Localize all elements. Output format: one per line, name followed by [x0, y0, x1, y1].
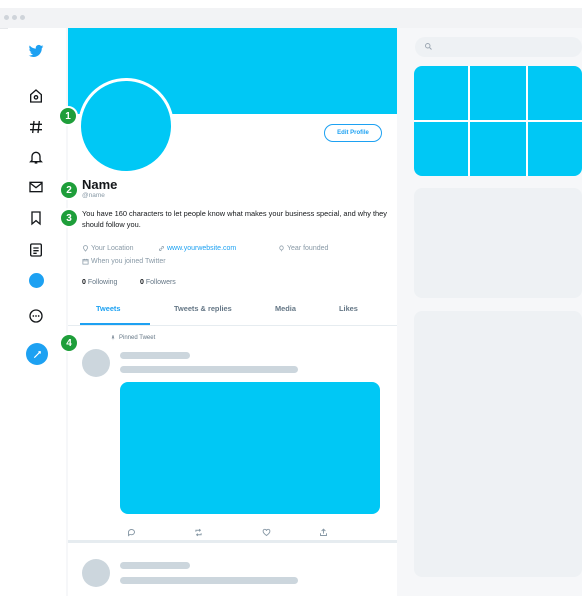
founded-text: Year founded: [287, 245, 329, 252]
pin-icon: [111, 335, 115, 341]
profile-handle: @name: [82, 192, 105, 199]
window-dot[interactable]: [4, 15, 9, 20]
sidebar-card: [414, 311, 582, 577]
tabs-divider: [68, 325, 397, 326]
more-icon[interactable]: [25, 305, 47, 327]
window-dot[interactable]: [20, 15, 25, 20]
location-pin-icon: [83, 245, 88, 252]
tweet-divider: [68, 540, 397, 543]
tab-media[interactable]: Media: [275, 304, 296, 313]
tab-tweets[interactable]: Tweets: [96, 304, 121, 313]
link-icon: [159, 246, 164, 251]
followers-number: 0: [140, 279, 144, 286]
following-number: 0: [82, 279, 86, 286]
bell-icon[interactable]: [25, 146, 47, 168]
website-link[interactable]: www.yourwebsite.com: [167, 245, 236, 252]
balloon-icon: [279, 245, 284, 252]
twitter-logo-icon[interactable]: [25, 40, 47, 62]
following-label: Following: [87, 279, 118, 286]
joined-text: When you joined Twitter: [91, 258, 166, 265]
tweet-text-placeholder: [120, 366, 298, 373]
tweet-name-placeholder: [120, 352, 190, 359]
tweet-avatar-placeholder: [82, 559, 110, 587]
following-count[interactable]: 0 Following: [82, 279, 117, 286]
followers-label: Followers: [145, 279, 176, 286]
profile-joined: When you joined Twitter: [82, 258, 166, 265]
window-dot[interactable]: [12, 15, 17, 20]
tweet-text-placeholder: [120, 577, 298, 584]
tab-tweets-replies[interactable]: Tweets & replies: [174, 304, 232, 313]
profile-location: Your Location: [82, 245, 134, 252]
search-icon: [425, 43, 432, 50]
profile-avatar-icon[interactable]: [29, 273, 44, 288]
hashtag-icon[interactable]: [25, 116, 47, 138]
annotation-badge-2: 2: [59, 180, 79, 200]
compose-tweet-icon[interactable]: [26, 343, 48, 365]
mail-icon[interactable]: [25, 176, 47, 198]
profile-name: Name: [82, 177, 118, 192]
annotation-badge-3: 3: [59, 208, 79, 228]
calendar-icon: [82, 258, 89, 265]
annotation-badge-1: 1: [58, 106, 78, 126]
search-input[interactable]: [415, 37, 582, 57]
bookmark-icon[interactable]: [25, 207, 47, 229]
profile-website[interactable]: www.yourwebsite.com: [158, 245, 236, 252]
tweet-avatar-placeholder: [82, 349, 110, 377]
home-icon[interactable]: [25, 85, 47, 107]
list-icon[interactable]: [25, 239, 47, 261]
media-grid[interactable]: [414, 66, 582, 176]
followers-count[interactable]: 0 Followers: [140, 279, 176, 286]
window-title-bar: [0, 8, 582, 29]
tab-likes[interactable]: Likes: [339, 304, 358, 313]
profile-avatar[interactable]: [78, 78, 174, 174]
sidebar-card: [414, 188, 582, 298]
grid-divider: [414, 120, 582, 122]
profile-column: Edit Profile Name @name You have 160 cha…: [68, 28, 397, 596]
pinned-tweet-label: Pinned Tweet: [110, 335, 155, 341]
tweet-media[interactable]: [120, 382, 380, 514]
tweet-name-placeholder: [120, 562, 190, 569]
location-text: Your Location: [91, 245, 134, 252]
pinned-text: Pinned Tweet: [119, 335, 156, 341]
edit-profile-button[interactable]: Edit Profile: [324, 124, 382, 142]
profile-founded: Year founded: [278, 245, 328, 252]
annotation-badge-4: 4: [59, 333, 79, 353]
profile-bio: You have 160 characters to let people kn…: [82, 209, 387, 229]
